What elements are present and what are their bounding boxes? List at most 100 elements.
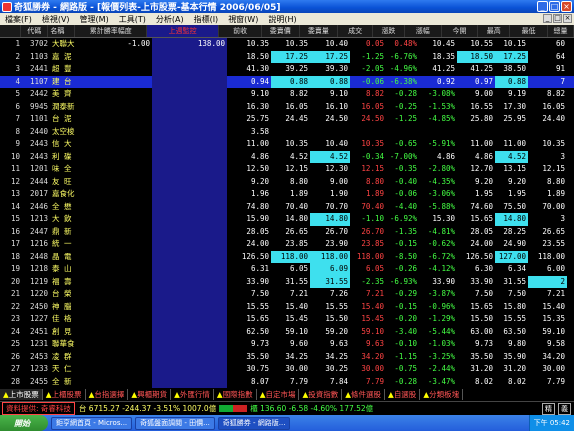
- child-minimize-button[interactable]: _: [543, 14, 552, 23]
- table-row[interactable]: 10 2443 利 碟 4.86 4.52 4.52 -0.34 -7.00% 4.86 4.86…: [0, 150, 574, 163]
- table-cell: [457, 126, 495, 139]
- table-cell: 15.50: [470, 314, 493, 323]
- table-row[interactable]: 2 1103 嘉 泥 18.50 17.25 17.25 -1.25 -6.76% 18.35 1…: [0, 50, 574, 63]
- table-row[interactable]: 6 9945 潤泰新 16.30 16.05 16.10 16.05 -0.25 -1.53% 1…: [0, 100, 574, 114]
- status-toggle-2[interactable]: 義: [558, 402, 571, 415]
- table-cell: -1.10: [361, 214, 384, 223]
- table-row[interactable]: 20 1219 福 壽 33.90 31.55 31.55 -2.35 -6.93% 33.90…: [0, 275, 574, 288]
- table-row[interactable]: 12 2444 友 旺 9.20 8.80 9.00 8.80 -0.40 -4.35% 9.20…: [0, 175, 574, 188]
- child-close-button[interactable]: ×: [563, 14, 572, 23]
- tab-listed[interactable]: ▲上市股票: [0, 389, 43, 400]
- tab-screener[interactable]: ▲條件選股: [342, 389, 386, 400]
- col-header-name[interactable]: 名稱: [48, 25, 76, 37]
- table-cell: 23.85: [285, 239, 308, 248]
- col-header-volume[interactable]: 總量: [548, 25, 574, 37]
- minimize-button[interactable]: _: [537, 1, 548, 12]
- table-cell: 1107: [29, 76, 48, 86]
- col-header-monitor[interactable]: 上週監控: [146, 25, 220, 37]
- table-row[interactable]: 15 1213 大 飲 15.90 14.80 14.80 -1.10 -6.92% 15.30…: [0, 213, 574, 226]
- col-header-change[interactable]: 漲跌: [373, 25, 405, 37]
- table-cell: -1.03%: [427, 339, 455, 348]
- table-cell: 1.95: [507, 189, 526, 198]
- menu-window[interactable]: 視窗(W): [223, 14, 263, 25]
- table-row[interactable]: 9 2443 信 大 11.00 10.35 10.40 10.35 -0.65 -5.91% 1…: [0, 138, 574, 151]
- table-cell: 3: [560, 214, 565, 223]
- status-toggle-1[interactable]: 精: [542, 402, 555, 415]
- tab-watchlist[interactable]: ▲自選股: [385, 389, 421, 400]
- table-row[interactable]: 26 2453 凌 群 35.50 34.25 34.25 34.20 -1.15 -3.25%…: [0, 350, 574, 363]
- table-cell: 138.00: [152, 38, 227, 51]
- tab-options[interactable]: ▲台指選擇: [86, 389, 129, 400]
- table-row[interactable]: 1 3702 大聯大 -1.00 138.00 10.35 10.35 10.40 0.05 0.…: [0, 38, 574, 51]
- taskbar-item-viewer[interactable]: 奇狐盤面調閱 - 田價...: [135, 416, 215, 430]
- table-row[interactable]: 14 2446 全 懋 74.80 70.40 70.70 70.40 -4.40 -5.88%…: [0, 200, 574, 213]
- taskbar-item-app[interactable]: 奇狐勝券 - 網路版...: [217, 416, 291, 430]
- col-header-askvol[interactable]: 委賣量: [300, 25, 339, 37]
- tab-invest-index[interactable]: ▲投資指數: [299, 389, 343, 400]
- quote-table[interactable]: 代碼 名稱 累計勝率幅度 上週監控 前收 委賣價 委賣量 成交 漲跌 漲幅 今開…: [0, 25, 574, 388]
- table-cell: [78, 101, 152, 114]
- table-row[interactable]: 23 1227 佳 格 15.65 15.45 15.50 15.45 -0.20 -1.29%…: [0, 313, 574, 326]
- table-row[interactable]: 19 1218 泰 山 6.31 6.05 6.09 6.05 -0.26 -4.12% 6.30…: [0, 263, 574, 276]
- table-cell: 2455: [29, 376, 48, 386]
- start-button[interactable]: 開始: [0, 415, 48, 431]
- tab-intl-index[interactable]: ▲國際指數: [214, 389, 257, 400]
- col-header-cumrate[interactable]: 累計勝率幅度: [75, 25, 147, 37]
- col-header-open[interactable]: 今開: [442, 25, 479, 37]
- tab-custom-market[interactable]: ▲自定市場: [257, 389, 300, 400]
- table-row[interactable]: 21 1220 台 榮 7.50 7.21 7.26 7.21 -0.29 -3.87% 7.50…: [0, 288, 574, 301]
- menu-file[interactable]: 檔案(F): [0, 14, 37, 25]
- tab-futures[interactable]: ▲興櫃期貨: [128, 389, 172, 400]
- menu-manage[interactable]: 管理(M): [75, 14, 114, 25]
- table-row[interactable]: 25 1231 聯華食 9.73 9.60 9.63 9.63 -0.10 -1.03% 9.73…: [0, 338, 574, 351]
- table-row[interactable]: 5 2442 美 齊 9.10 8.82 9.10 8.82 -0.28 -3.08% 9.00 9…: [0, 88, 574, 101]
- table-row[interactable]: 7 1101 台 泥 25.75 24.45 24.50 24.50 -1.25 -4.85% 2…: [0, 113, 574, 126]
- menu-help[interactable]: 說明(H): [263, 14, 301, 25]
- table-cell: [78, 338, 152, 351]
- table-cell: 2450: [29, 301, 48, 311]
- col-header-askprice[interactable]: 委賣價: [262, 25, 300, 37]
- tab-forex[interactable]: ▲外匯行情: [171, 389, 214, 400]
- table-row[interactable]: 28 2455 全 新 8.07 7.79 7.84 7.79 -0.28 -3.47% 8.02…: [0, 375, 574, 388]
- taskbar-item-browser[interactable]: 鉅亨網首頁 - Micros...: [51, 416, 133, 430]
- table-cell: 友 旺: [52, 176, 72, 186]
- col-header-pct[interactable]: 漲幅: [405, 25, 442, 37]
- table-row[interactable]: 11 1201 味 全 12.50 12.15 12.30 12.15 -0.35 -2.80%…: [0, 163, 574, 176]
- tab-sectors[interactable]: ▲分類板塊: [420, 389, 464, 400]
- table-row[interactable]: 4 1107 建 台 0.94 0.88 0.88 -0.06 -6.38% 0.92 0.97 0…: [0, 75, 574, 88]
- col-header-low[interactable]: 最低: [510, 25, 548, 37]
- table-row[interactable]: 18 2448 晶 電 126.50 118.00 118.00 118.00 -8.50 -6…: [0, 250, 574, 263]
- table-row[interactable]: 27 1233 天 仁 30.75 30.00 30.25 30.00 -0.75 -2.44%…: [0, 363, 574, 376]
- table-cell: 7.21: [546, 289, 565, 298]
- menu-analysis[interactable]: 分析(A): [151, 14, 189, 25]
- col-header-last[interactable]: 成交: [338, 25, 373, 37]
- table-cell: 4.52: [310, 150, 350, 163]
- table-row[interactable]: 22 2450 神 腦 15.55 15.40 15.55 15.40 -0.15 -0.96%…: [0, 300, 574, 313]
- col-header-prevclose[interactable]: 前收: [219, 25, 262, 37]
- table-cell: 24.50: [325, 114, 348, 123]
- menu-view[interactable]: 檢視(V): [37, 14, 75, 25]
- table-cell: 26.70: [325, 226, 348, 236]
- table-cell: 1220: [29, 289, 48, 298]
- table-cell: 15.55: [503, 314, 526, 323]
- table-row[interactable]: 17 1216 統 一 24.00 23.85 23.90 23.85 -0.15 -0.62%…: [0, 238, 574, 251]
- col-header-code[interactable]: 代碼: [21, 25, 49, 37]
- table-row[interactable]: 16 2447 鼎 新 28.05 26.65 26.70 26.70 -1.35 -4.81%…: [0, 225, 574, 238]
- clock[interactable]: 下午 05:42: [534, 418, 570, 428]
- col-header-high[interactable]: 最高: [478, 25, 511, 37]
- child-restore-button[interactable]: □: [553, 14, 562, 23]
- table-row[interactable]: 3 2441 超 豐 41.30 39.25 39.30 -2.05 -4.96% 41.25 4…: [0, 63, 574, 76]
- table-cell: 26: [10, 351, 20, 361]
- table-row[interactable]: 8 2440 太空梭 3.58: [0, 125, 574, 139]
- tab-otc[interactable]: ▲上櫃股票: [43, 389, 86, 400]
- table-cell: 7.50: [507, 289, 526, 298]
- table-row[interactable]: 13 2017 嘉食化 1.96 1.89 1.90 1.89 -0.06 -3.06% 1.95…: [0, 188, 574, 201]
- close-button[interactable]: ×: [561, 1, 572, 12]
- market-tabs: ▲上市股票 ▲上櫃股票 ▲台指選擇 ▲興櫃期貨 ▲外匯行情 ▲國際指數 ▲自定市…: [0, 388, 574, 401]
- maximize-button[interactable]: □: [549, 1, 560, 12]
- table-cell: [78, 138, 152, 151]
- menu-indicators[interactable]: 指標(I): [189, 14, 224, 25]
- table-row[interactable]: 24 2451 創 見 62.50 59.10 59.20 59.10 -3.40 -5.44%…: [0, 325, 574, 338]
- table-cell: 16.05: [361, 101, 384, 111]
- menu-tools[interactable]: 工具(T): [114, 14, 151, 25]
